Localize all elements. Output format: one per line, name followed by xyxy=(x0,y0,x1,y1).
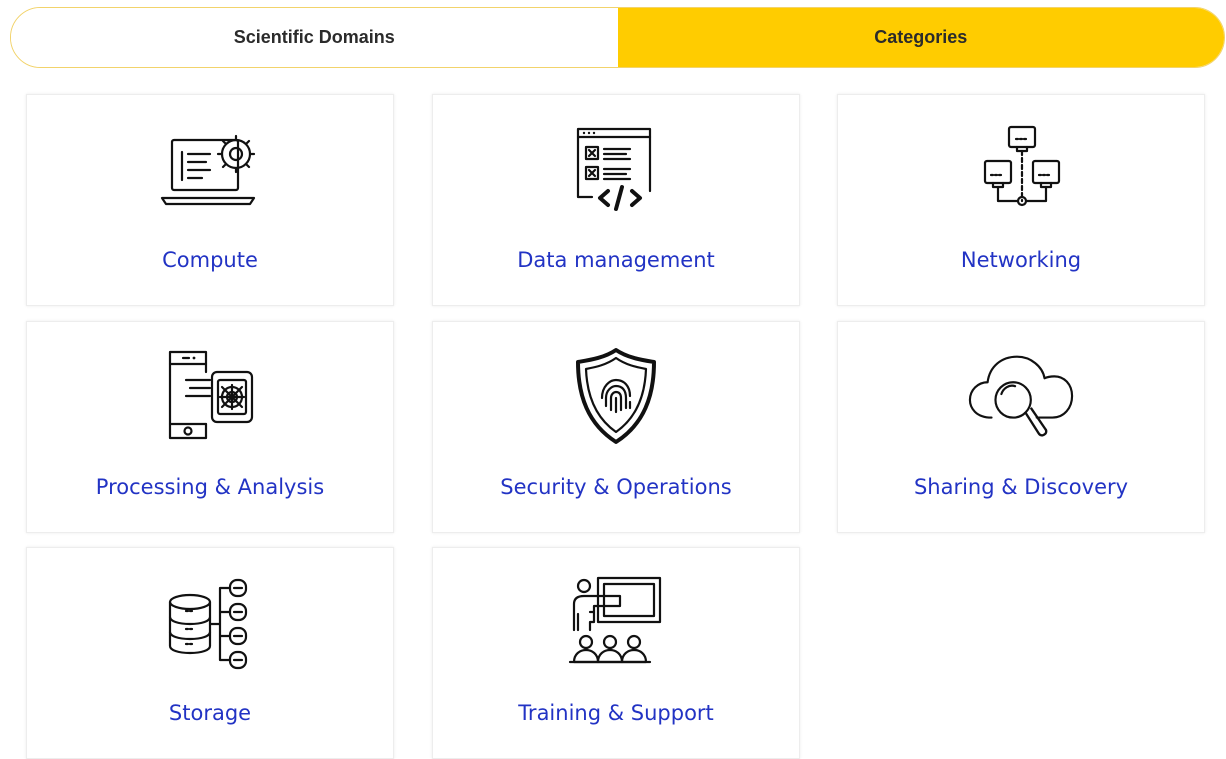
category-card-compute[interactable]: Compute xyxy=(26,94,394,306)
category-label: Processing & Analysis xyxy=(95,475,325,499)
category-label: Security & Operations xyxy=(500,475,732,499)
category-label: Compute xyxy=(162,248,258,272)
category-card-training-support[interactable]: Training & Support xyxy=(432,547,800,759)
phone-chip-icon xyxy=(155,346,265,446)
database-tree-icon xyxy=(155,572,265,672)
category-card-sharing-discovery[interactable]: Sharing & Discovery xyxy=(837,321,1205,533)
code-window-icon xyxy=(561,119,671,219)
category-card-networking[interactable]: Networking xyxy=(837,94,1205,306)
cloud-search-icon xyxy=(966,346,1076,446)
category-card-processing-analysis[interactable]: Processing & Analysis xyxy=(26,321,394,533)
category-card-security-operations[interactable]: Security & Operations xyxy=(432,321,800,533)
category-label: Training & Support xyxy=(518,701,714,725)
category-label: Storage xyxy=(168,701,252,725)
laptop-gear-icon xyxy=(155,119,265,219)
shield-fingerprint-icon xyxy=(561,346,671,446)
category-card-storage[interactable]: Storage xyxy=(26,547,394,759)
categories-grid: Compute Data management Networking Proce… xyxy=(0,0,1226,759)
category-card-data-management[interactable]: Data management xyxy=(432,94,800,306)
network-monitors-icon xyxy=(966,119,1076,219)
category-label: Data management xyxy=(517,248,715,272)
category-label: Sharing & Discovery xyxy=(913,475,1129,499)
presentation-board-icon xyxy=(561,572,671,672)
category-label: Networking xyxy=(960,248,1082,272)
